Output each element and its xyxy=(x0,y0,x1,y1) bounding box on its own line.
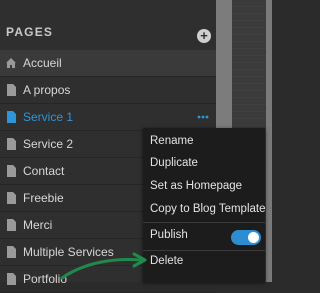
annotation-arrow xyxy=(60,252,147,280)
